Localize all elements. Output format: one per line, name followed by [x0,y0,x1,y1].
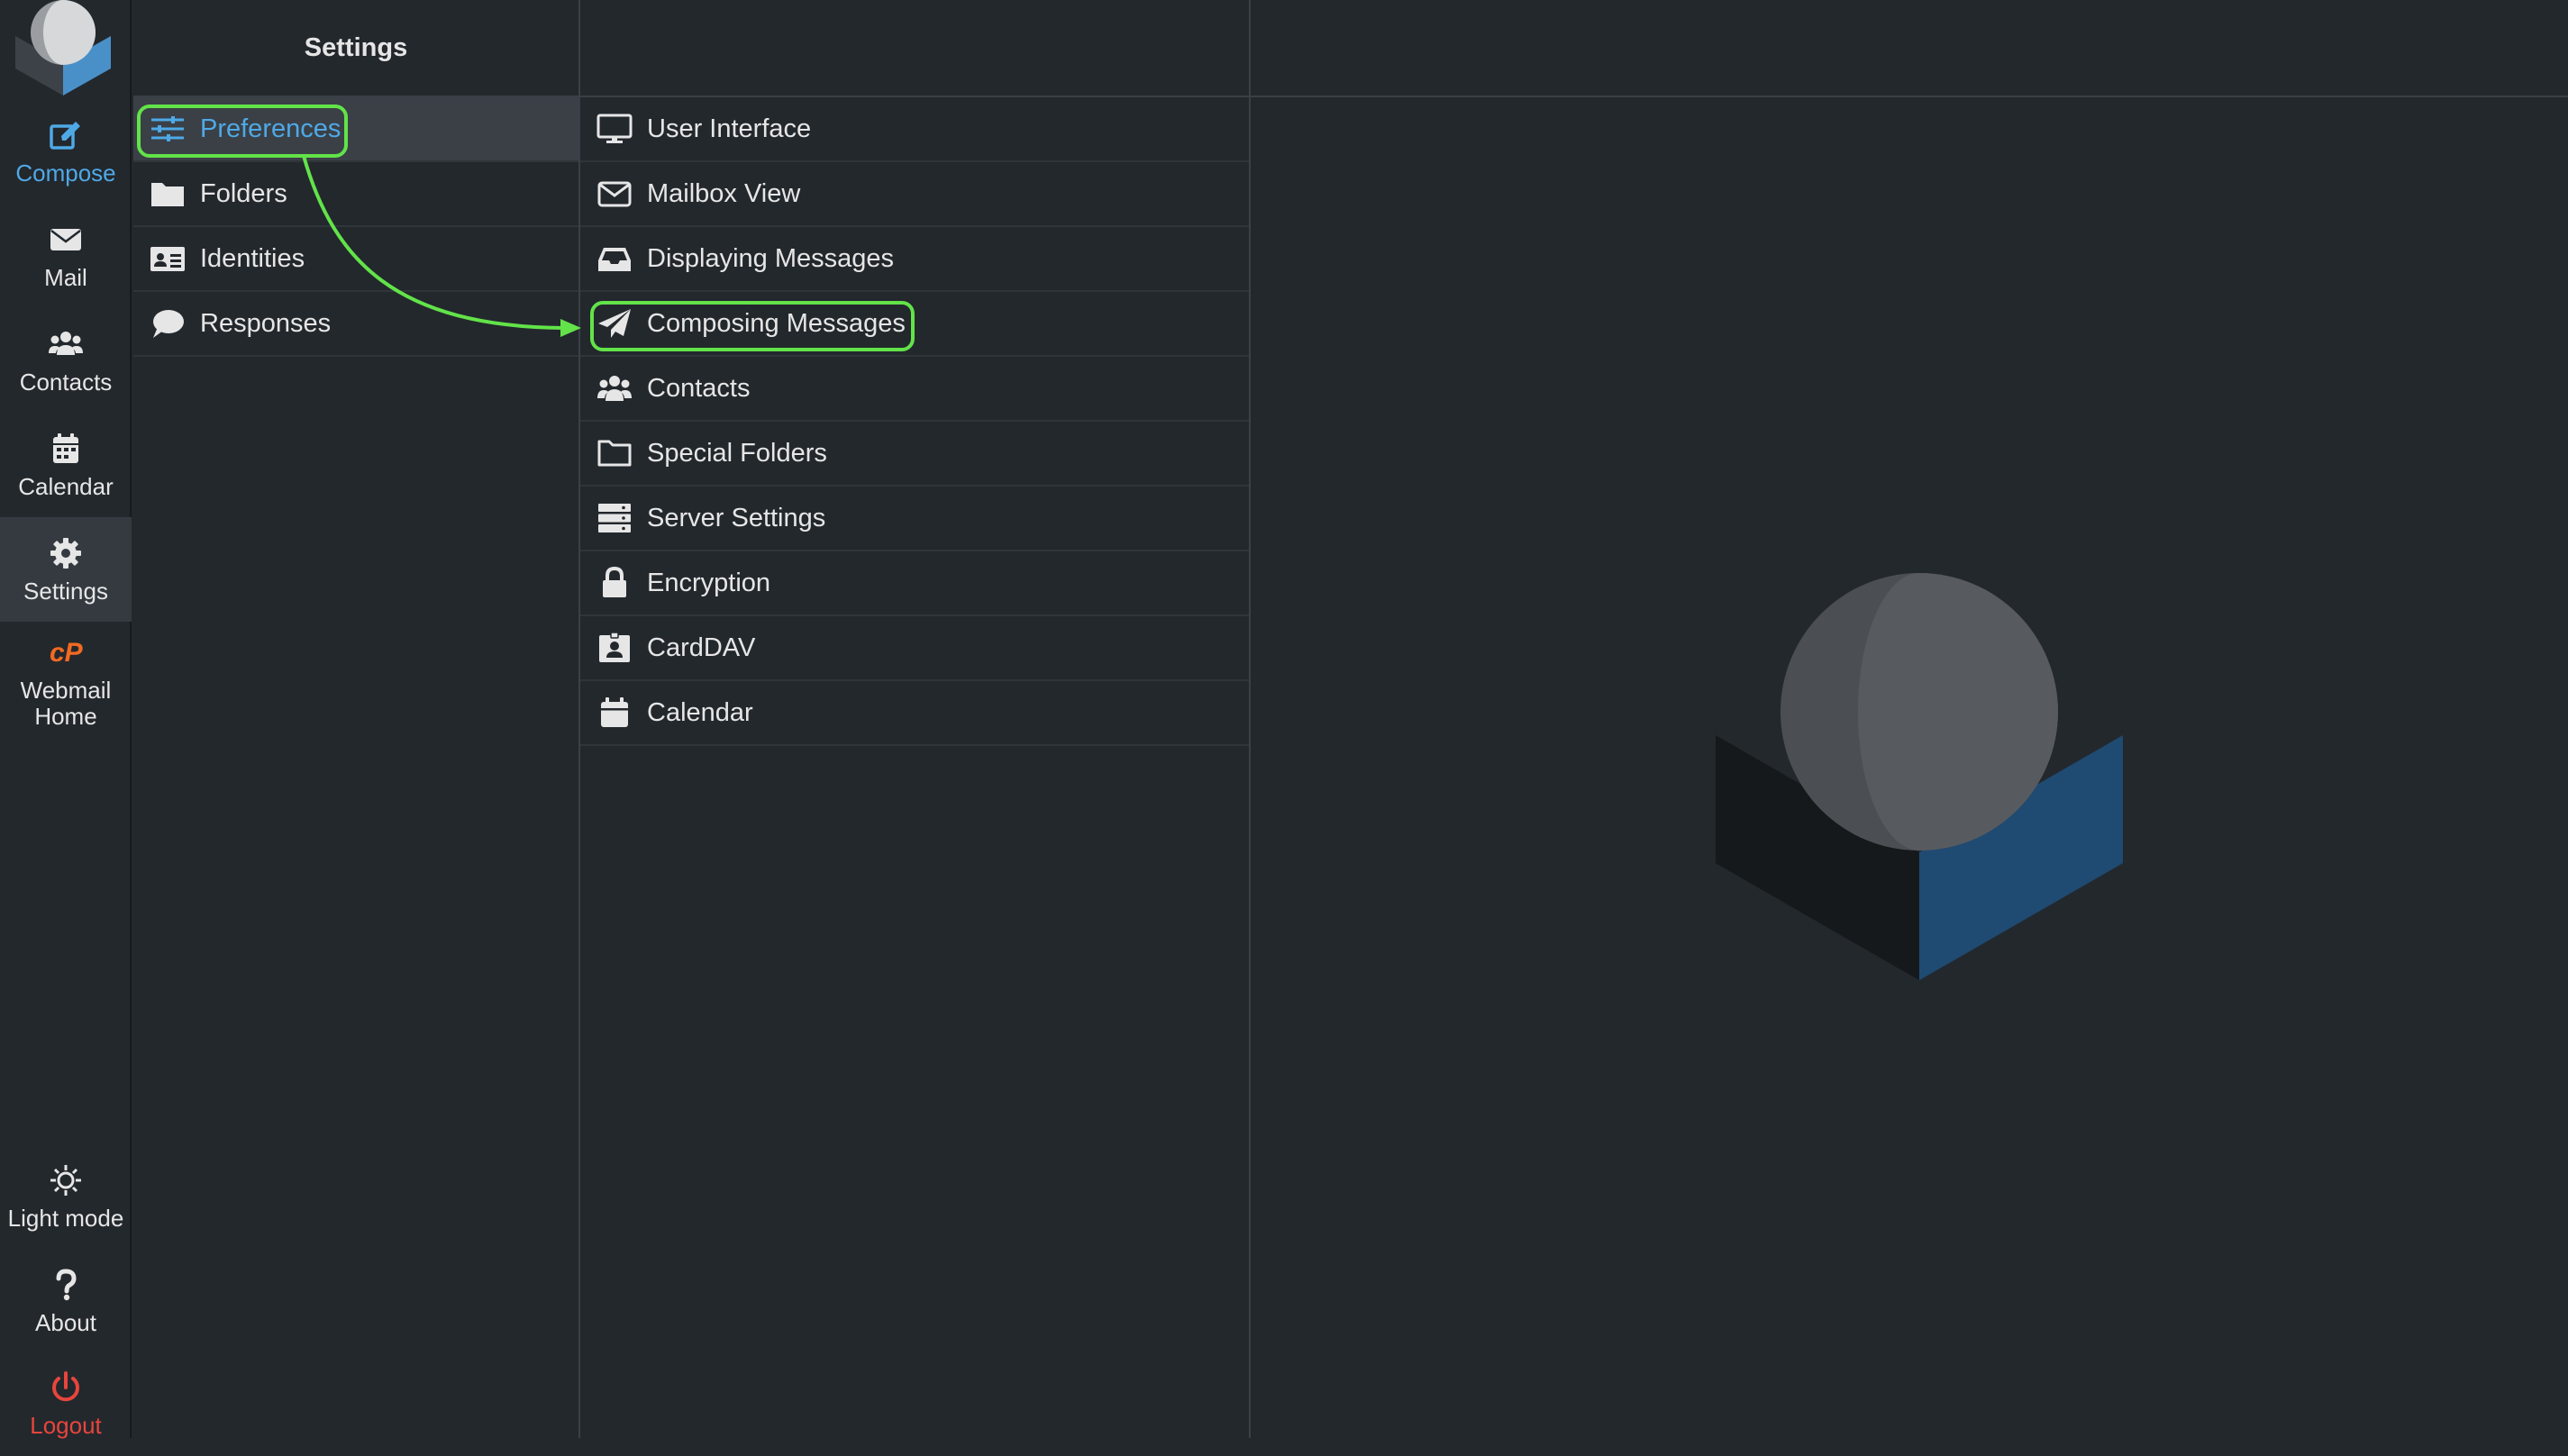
compose-icon [50,121,80,150]
svg-text:cP: cP [50,638,84,668]
preferences-sections-panel: User Interface Mailbox View Displaying M… [580,0,1251,1438]
folder-icon [151,183,184,206]
nav-compose[interactable]: Compose [0,99,132,204]
section-calendar[interactable]: Calendar [580,681,1249,746]
section-label: Calendar [647,697,753,727]
calendar-icon [601,697,628,727]
comment-icon [153,310,184,338]
nav-label: Compose [15,159,116,187]
settings-item-folders[interactable]: Folders [133,162,578,227]
sliders-icon [151,116,184,141]
paper-plane-icon [598,309,631,338]
section-label: Contacts [647,373,751,403]
nav-label: Settings [23,577,108,605]
server-icon [598,504,631,532]
nav-webmail-home[interactable]: cP Webmail Home [0,623,132,741]
section-label: Displaying Messages [647,243,895,273]
nav-calendar[interactable]: Calendar [0,413,132,517]
nav-label: Logout [30,1411,102,1439]
settings-item-identities[interactable]: Identities [133,227,578,292]
section-server-settings[interactable]: Server Settings [580,487,1249,551]
inbox-icon [598,248,631,271]
settings-item-label: Identities [200,243,305,273]
settings-list-panel: Settings Preferences Folders Identities [133,0,580,1438]
calendar-icon [53,432,78,463]
nav-settings[interactable]: Settings [0,517,132,622]
nav-about[interactable]: About [0,1249,132,1353]
envelope-outline-icon [597,181,632,207]
content-header [1251,0,2568,97]
gear-icon [50,537,81,569]
folder-outline-icon [597,440,632,467]
settings-item-label: Responses [200,308,332,338]
roundcube-watermark-logo [1716,573,2123,980]
nav-label: Webmail Home [20,677,112,730]
cpanel-icon: cP [50,638,84,668]
section-label: Composing Messages [647,308,906,338]
question-icon [56,1268,77,1300]
settings-item-preferences[interactable]: Preferences [133,97,578,162]
id-card-icon [150,247,185,271]
section-label: Server Settings [647,503,826,532]
lock-icon [603,567,626,597]
section-contacts[interactable]: Contacts [580,357,1249,422]
section-composing-messages[interactable]: Composing Messages [580,292,1249,357]
address-card-icon [599,632,630,662]
section-label: CardDAV [647,632,756,662]
section-label: Encryption [647,568,771,597]
nav-label: Mail [44,263,87,291]
settings-title: Settings [133,0,578,97]
nav-label: Light mode [7,1204,124,1232]
section-label: Mailbox View [647,178,801,208]
nav-light-mode[interactable]: Light mode [0,1144,132,1249]
section-user-interface[interactable]: User Interface [580,97,1249,162]
sun-icon [50,1164,81,1196]
envelope-icon [50,228,81,250]
users-icon [597,376,632,401]
settings-item-label: Folders [200,178,287,208]
nav-label: Calendar [18,472,114,500]
users-icon [49,331,83,355]
section-label: Special Folders [647,438,827,468]
section-special-folders[interactable]: Special Folders [580,422,1249,487]
section-label: User Interface [647,114,812,143]
nav-contacts[interactable]: Contacts [0,308,132,413]
settings-item-responses[interactable]: Responses [133,292,578,357]
roundcube-logo [15,0,111,96]
section-encryption[interactable]: Encryption [580,551,1249,616]
content-pane [1251,0,2568,1438]
power-icon [52,1370,79,1401]
section-displaying-messages[interactable]: Displaying Messages [580,227,1249,292]
nav-logout[interactable]: Logout [0,1351,132,1456]
monitor-icon [596,114,633,143]
nav-label: Contacts [19,368,113,396]
nav-mail[interactable]: Mail [0,204,132,308]
nav-label: About [35,1308,96,1336]
sections-header [580,0,1249,97]
section-mailbox-view[interactable]: Mailbox View [580,162,1249,227]
section-carddav[interactable]: CardDAV [580,616,1249,681]
nav-rail: Compose Mail Contacts Calendar Settings … [0,0,132,1438]
settings-item-label: Preferences [200,114,341,143]
